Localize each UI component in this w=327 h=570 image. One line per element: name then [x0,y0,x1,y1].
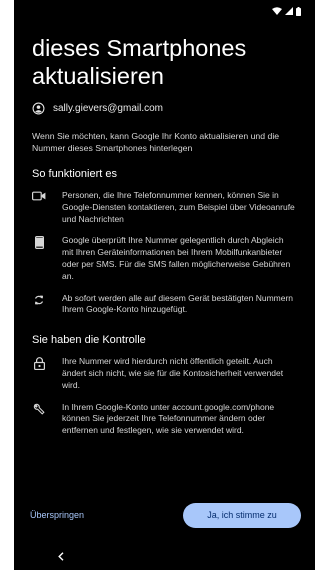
signal-icon [285,7,293,15]
info-item-text: Ihre Nummer wird hierdurch nicht öffentl… [62,356,284,390]
back-chevron-icon[interactable] [58,551,64,561]
battery-icon [296,6,301,16]
control-heading: Sie haben die Kontrolle [32,334,146,347]
info-item-text: In Ihrem Google-Konto unter account.goog… [62,401,275,436]
video-camera-icon [32,191,46,201]
info-item-sync: Ab sofort werden alle auf diesem Gerät b… [32,293,297,317]
navigation-bar [14,546,315,566]
wifi-icon [272,7,282,15]
info-item-verification: Google überprüft Ihre Nummer gelegentlic… [32,235,297,282]
setup-screen: dieses Smartphones aktualisieren sally.g… [14,0,315,570]
wrench-icon [33,403,45,415]
phone-device-icon [34,236,44,250]
how-it-works-heading: So funktioniert es [32,168,117,180]
account-email: sally.gievers@gmail.com [53,103,163,114]
page-title: dieses Smartphones aktualisieren [32,35,247,89]
info-item-video-calls: Personen, die Ihre Telefonnummer kennen,… [32,190,297,225]
account-row: sally.gievers@gmail.com [32,102,297,115]
lock-icon [33,357,45,371]
info-item-text: Ab sofort werden alle auf diesem Gerät b… [62,292,294,315]
sync-icon [34,295,44,305]
footer-actions: Überspringen Ja, ich stimme zu [14,502,315,528]
info-item-text: Google überprüft Ihre Nummer gelegentlic… [62,235,291,281]
account-circle-icon [32,102,45,115]
info-item-text: Personen, die Ihre Telefonnummer kennen,… [62,190,295,224]
skip-button[interactable]: Überspringen [30,510,84,520]
info-item-settings: In Ihrem Google-Konto unter account.goog… [32,402,297,437]
status-bar [14,0,315,22]
intro-text: Wenn Sie möchten, kann Google Ihr Konto … [32,131,280,153]
info-item-privacy: Ihre Nummer wird hierdurch nicht öffentl… [32,356,297,391]
agree-button[interactable]: Ja, ich stimme zu [183,502,301,528]
